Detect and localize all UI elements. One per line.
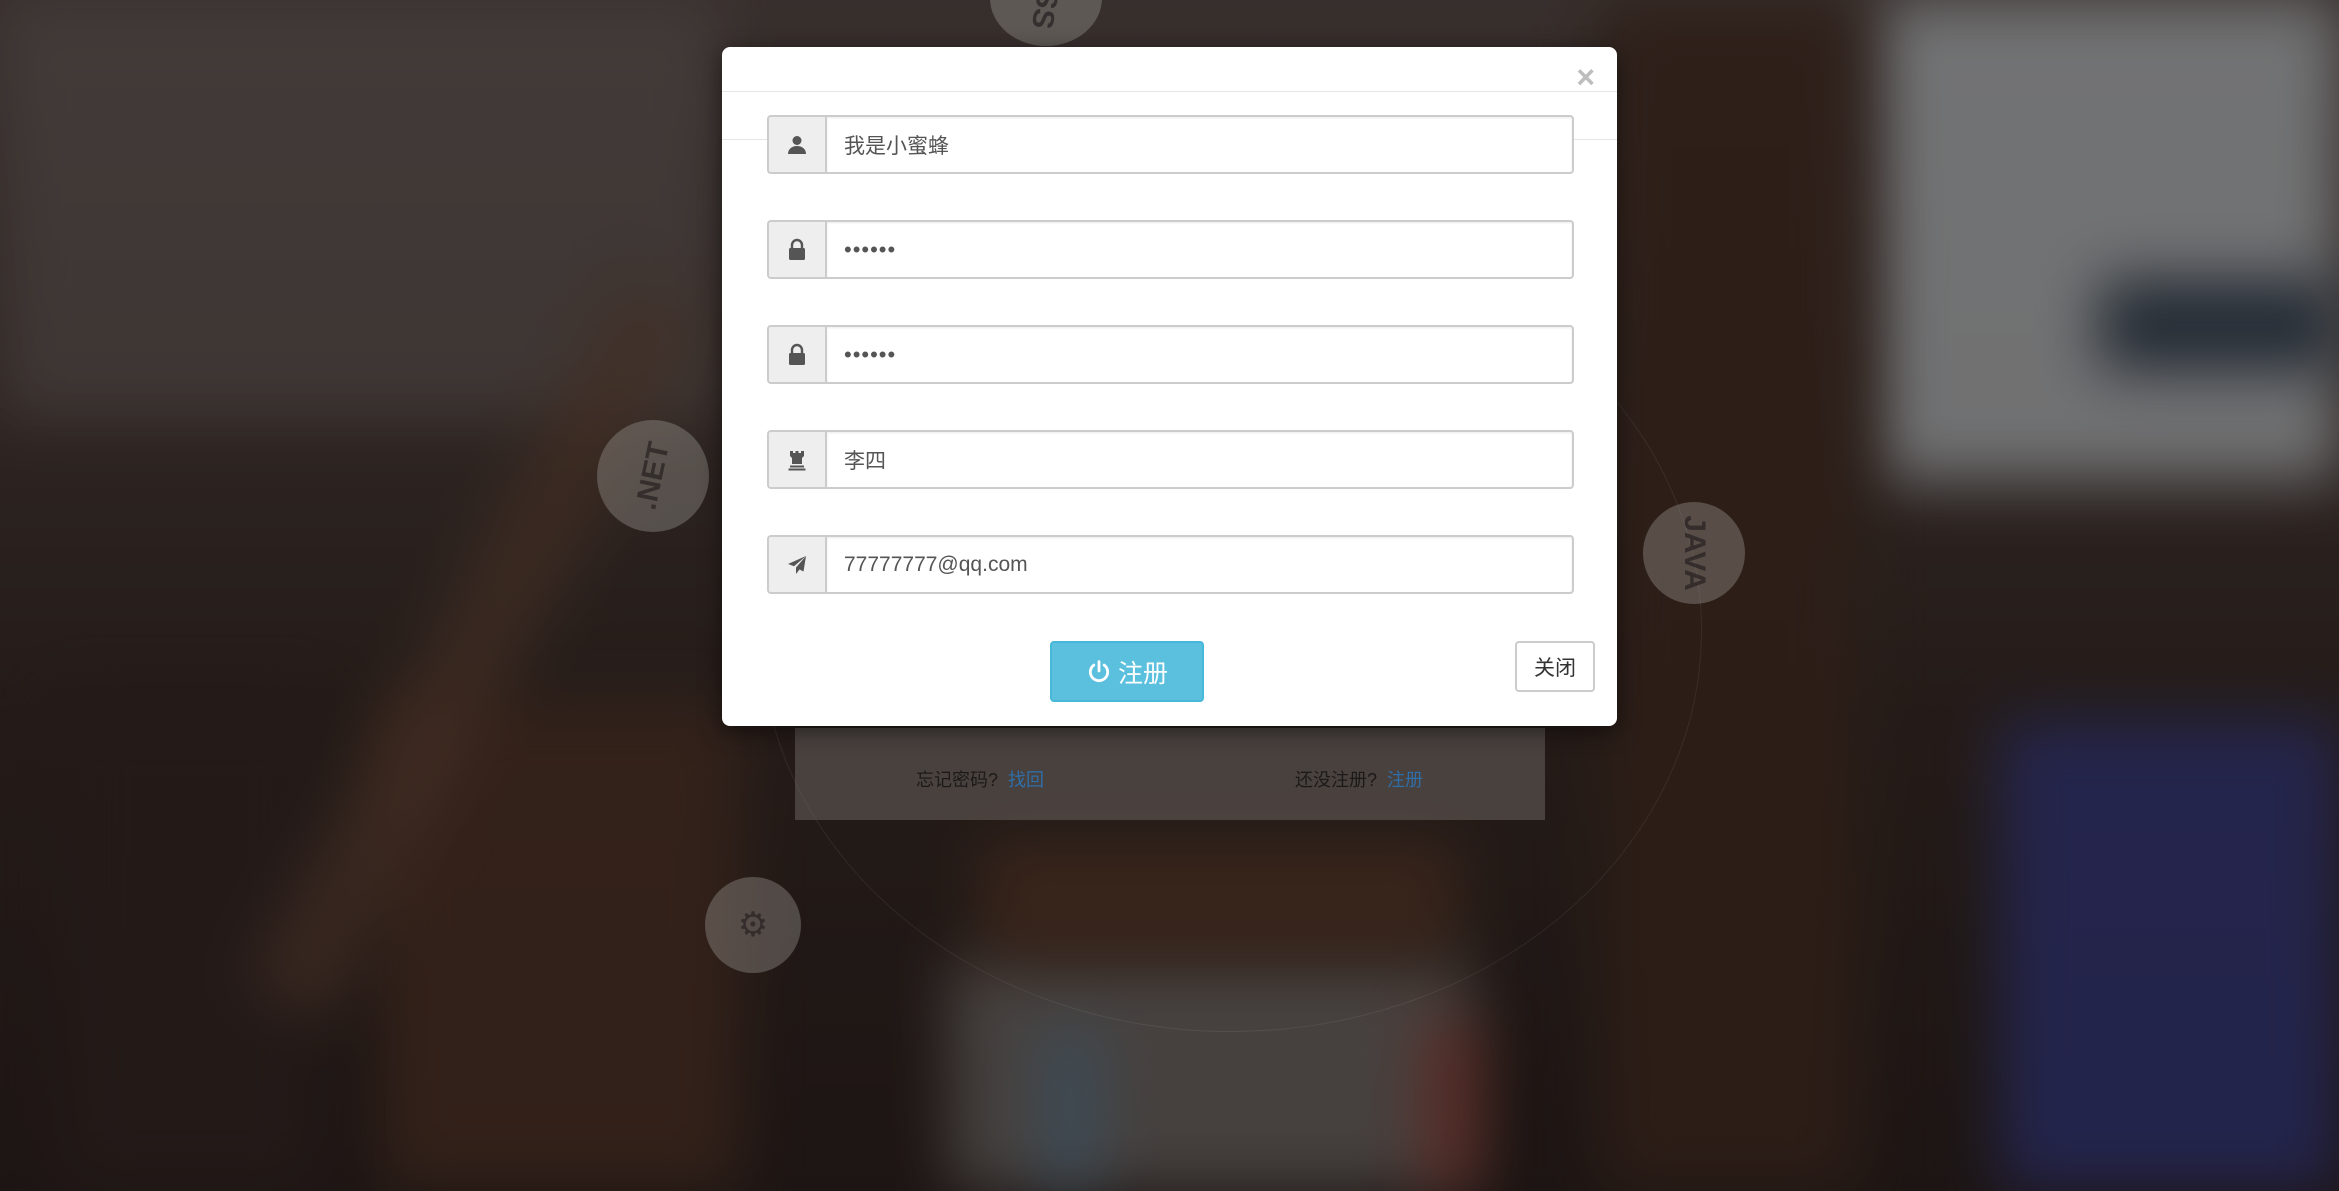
user-icon <box>767 115 825 174</box>
lock-icon <box>767 220 825 279</box>
email-input[interactable] <box>825 535 1574 594</box>
close-icon[interactable]: × <box>1576 61 1595 93</box>
password-input[interactable] <box>825 220 1574 279</box>
signup-row: 还没注册? 注册 <box>1295 766 1423 792</box>
close-button[interactable]: 关闭 <box>1515 641 1595 692</box>
signup-link[interactable]: 注册 <box>1387 770 1423 790</box>
name-field <box>767 430 1574 489</box>
register-modal: × 注册 关闭 <box>722 47 1617 726</box>
send-icon <box>767 535 825 594</box>
forgot-password-link[interactable]: 找回 <box>1008 770 1044 790</box>
username-input[interactable] <box>825 115 1574 174</box>
confirm-password-input[interactable] <box>825 325 1574 384</box>
name-input[interactable] <box>825 430 1574 489</box>
power-icon <box>1088 659 1110 682</box>
forgot-password-row: 忘记密码? 找回 <box>916 766 1044 792</box>
java-badge: JAVA <box>1643 502 1745 604</box>
tool-badge: ⚙ <box>705 877 801 973</box>
email-field <box>767 535 1574 594</box>
register-button-label: 注册 <box>1117 659 1168 688</box>
username-field <box>767 115 1574 174</box>
lock-icon <box>767 325 825 384</box>
net-badge: .NET <box>597 420 709 532</box>
login-panel <box>795 728 1545 820</box>
tower-icon <box>767 430 825 489</box>
password-field <box>767 220 1574 279</box>
confirm-password-field <box>767 325 1574 384</box>
modal-header-divider <box>722 91 1617 92</box>
forgot-password-text: 忘记密码? <box>916 770 999 790</box>
register-button[interactable]: 注册 <box>1050 641 1204 702</box>
signup-text: 还没注册? <box>1295 770 1378 790</box>
